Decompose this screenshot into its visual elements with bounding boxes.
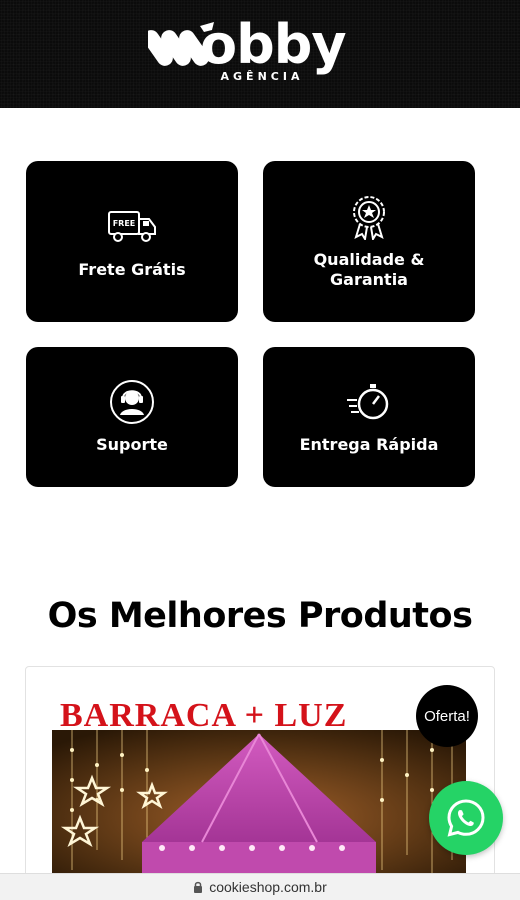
truck-icon: FREE bbox=[107, 204, 157, 250]
product-image[interactable] bbox=[52, 730, 466, 875]
feature-card-suporte[interactable]: Suporte bbox=[26, 347, 238, 487]
headset-support-icon bbox=[107, 379, 157, 425]
whatsapp-button[interactable] bbox=[429, 781, 503, 855]
site-header: obby AGÊNCIA bbox=[0, 0, 520, 108]
stopwatch-fast-icon bbox=[344, 379, 394, 425]
truck-icon-text: FREE bbox=[113, 219, 136, 228]
feature-label: Frete Grátis bbox=[78, 259, 186, 279]
feature-label: Suporte bbox=[96, 435, 168, 454]
feature-card-entrega-rapida[interactable]: Entrega Rápida bbox=[263, 347, 475, 487]
lock-icon bbox=[194, 881, 203, 893]
feature-label: Entrega Rápida bbox=[299, 435, 439, 454]
whatsapp-icon bbox=[447, 799, 485, 837]
browser-url-bar[interactable]: cookieshop.com.br bbox=[0, 873, 520, 900]
feature-card-frete-gratis[interactable]: FREE Frete Grátis bbox=[26, 161, 238, 322]
logo-subtitle: AGÊNCIA bbox=[220, 70, 304, 83]
feature-label: Qualidade & Garantia bbox=[313, 249, 425, 289]
offer-badge: Oferta! bbox=[416, 685, 478, 747]
section-title: Os Melhores Produtos bbox=[47, 596, 473, 636]
feature-card-qualidade-garantia[interactable]: Qualidade & Garantia bbox=[263, 161, 475, 322]
logo-text: obby bbox=[200, 13, 347, 76]
url-text: cookieshop.com.br bbox=[209, 879, 327, 895]
site-logo[interactable]: obby AGÊNCIA bbox=[148, 14, 378, 84]
badge-star-icon bbox=[344, 194, 394, 240]
